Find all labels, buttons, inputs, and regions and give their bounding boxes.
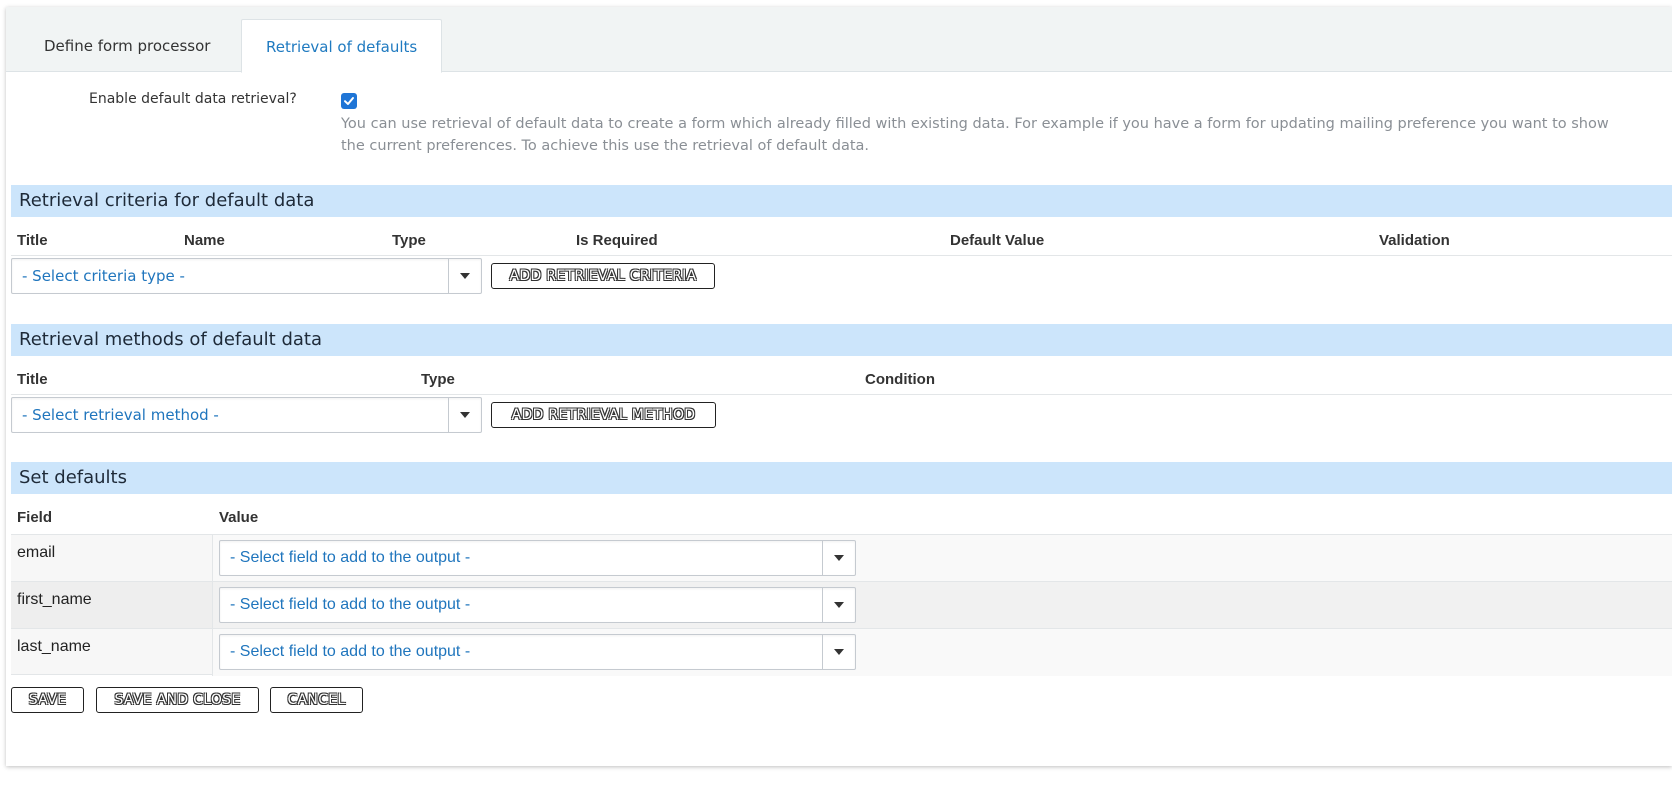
chevron-down-icon: [448, 398, 481, 432]
criteria-type-select[interactable]: - Select criteria type -: [11, 258, 482, 294]
field-name: first_name: [17, 591, 92, 608]
add-retrieval-criteria-button[interactable]: ADD RETRIEVAL CRITERIA: [491, 263, 715, 289]
output-field-select[interactable]: - Select field to add to the output -: [219, 634, 856, 670]
value-cell: - Select field to add to the output -: [212, 535, 1672, 582]
criteria-section-header: Retrieval criteria for default data: [11, 185, 1672, 217]
retrieval-method-select[interactable]: - Select retrieval method -: [11, 397, 482, 433]
checkmark-icon: [344, 97, 354, 105]
output-field-select[interactable]: - Select field to add to the output -: [219, 540, 856, 576]
help-text-line-1: You can use retrieval of default data to…: [341, 116, 1609, 132]
criteria-col-type: Type: [392, 232, 426, 249]
criteria-col-name: Name: [184, 232, 225, 249]
save-button[interactable]: SAVE: [11, 687, 84, 713]
criteria-col-validation: Validation: [1379, 232, 1450, 249]
tab-define-form-processor[interactable]: Define form processor: [20, 19, 234, 73]
form-panel: Define form processor Retrieval of defau…: [6, 7, 1672, 766]
tab-retrieval-of-defaults[interactable]: Retrieval of defaults: [241, 19, 443, 73]
enable-retrieval-label: Enable default data retrieval?: [89, 91, 297, 107]
enable-retrieval-help: You can use retrieval of default data to…: [341, 113, 1672, 157]
criteria-col-default-value: Default Value: [950, 232, 1045, 249]
methods-section-header: Retrieval methods of default data: [11, 324, 1672, 356]
field-name: email: [17, 544, 56, 561]
help-text-line-2: the current preferences. To achieve this…: [341, 138, 870, 154]
chevron-down-icon: [822, 635, 855, 669]
chevron-down-icon: [822, 588, 855, 622]
cancel-button[interactable]: CANCEL: [270, 687, 363, 713]
criteria-col-title: Title: [17, 232, 48, 249]
defaults-col-field: Field: [17, 509, 53, 526]
tab-bar: Define form processor Retrieval of defau…: [6, 7, 1672, 73]
add-retrieval-method-button[interactable]: ADD RETRIEVAL METHOD: [491, 402, 716, 428]
defaults-section-header: Set defaults: [11, 462, 1672, 494]
output-field-select[interactable]: - Select field to add to the output -: [219, 587, 856, 623]
chevron-down-icon: [822, 541, 855, 575]
output-field-select-value: - Select field to add to the output -: [230, 596, 471, 613]
table-row: first_name - Select field to add to the …: [11, 581, 1672, 629]
defaults-col-value: Value: [219, 509, 259, 526]
divider: [11, 394, 1672, 395]
methods-col-title: Title: [17, 371, 48, 388]
criteria-type-select-value: - Select criteria type -: [22, 267, 185, 285]
chevron-down-icon: [448, 259, 481, 293]
field-name: last_name: [17, 638, 91, 655]
enable-retrieval-checkbox[interactable]: [341, 93, 357, 109]
methods-col-condition: Condition: [865, 371, 935, 388]
divider: [11, 255, 1672, 256]
retrieval-method-select-value: - Select retrieval method -: [22, 406, 219, 424]
table-row: last_name - Select field to add to the o…: [11, 628, 1672, 676]
table-row: email - Select field to add to the outpu…: [11, 534, 1672, 582]
value-cell: - Select field to add to the output -: [212, 582, 1672, 629]
save-and-close-button[interactable]: SAVE AND CLOSE: [96, 687, 259, 713]
value-cell: - Select field to add to the output -: [212, 629, 1672, 676]
output-field-select-value: - Select field to add to the output -: [230, 643, 471, 660]
output-field-select-value: - Select field to add to the output -: [230, 549, 471, 566]
methods-col-type: Type: [421, 371, 455, 388]
criteria-col-is-required: Is Required: [576, 232, 658, 249]
